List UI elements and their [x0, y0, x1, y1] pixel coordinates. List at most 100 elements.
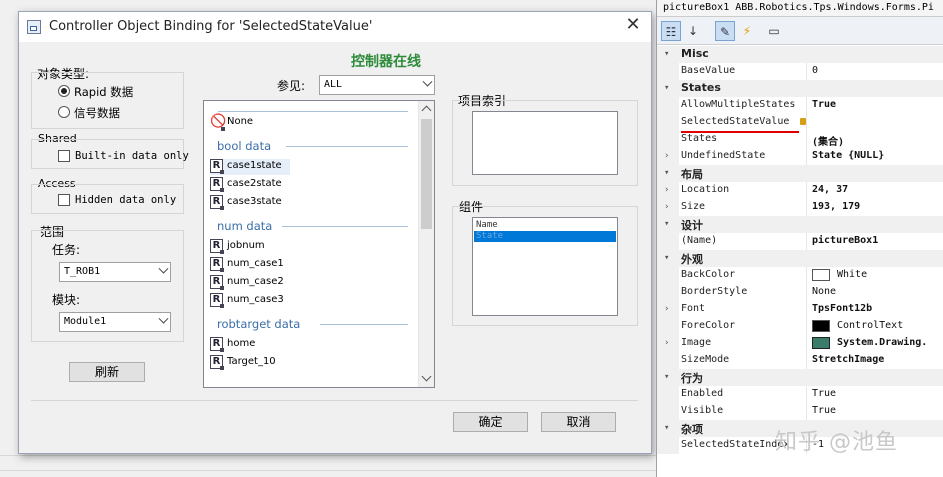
prop-row[interactable]: › Size 193, 179 — [657, 199, 943, 216]
signal-data-radio[interactable] — [58, 106, 70, 118]
rapid-data-icon: R — [210, 159, 224, 174]
category-behavior[interactable]: ▾ 行为 — [657, 369, 943, 386]
window-icon — [27, 20, 41, 34]
builtin-data-checkbox[interactable] — [58, 150, 70, 162]
component-selected-label: State — [476, 231, 504, 241]
collapse-icon: ▾ — [664, 168, 670, 178]
prop-row[interactable]: › Image System.Drawing. — [657, 335, 943, 352]
white-swatch — [812, 269, 830, 281]
prop-row[interactable]: › Font TpsFont12b — [657, 301, 943, 318]
list-item-label: None — [227, 116, 254, 127]
collapse-icon: ▾ — [664, 423, 670, 433]
module-value: Module1 — [64, 316, 107, 327]
list-scrollbar[interactable] — [418, 101, 434, 387]
module-label: 模块: — [52, 293, 81, 307]
collapse-icon: ▾ — [664, 49, 670, 59]
prop-row[interactable]: Enabled True — [657, 386, 943, 403]
properties-icon[interactable]: ✎ — [715, 21, 735, 41]
category-layout[interactable]: ▾ 布局 — [657, 165, 943, 182]
hidden-data-checkbox[interactable] — [58, 194, 70, 206]
item-index-box[interactable] — [472, 111, 618, 175]
category-design[interactable]: ▾ 设计 — [657, 216, 943, 233]
no-entry-icon: 🚫 — [210, 114, 227, 131]
task-combo[interactable]: T_ROB1 — [59, 262, 171, 282]
signal-data-label: 信号数据 — [74, 106, 120, 120]
expand-icon[interactable]: › — [664, 338, 669, 348]
object-selector[interactable]: pictureBox1 ABB.Robotics.Tps.Windows.For… — [657, 0, 943, 17]
task-value: T_ROB1 — [64, 266, 101, 277]
category-misc[interactable]: ▾ Misc — [657, 46, 943, 63]
watermark: 知乎 @池鱼 — [775, 430, 898, 455]
ref-label: 参见: — [277, 79, 306, 93]
categorized-icon[interactable]: ☷ — [661, 21, 681, 41]
expand-icon[interactable]: › — [664, 185, 669, 195]
events-icon[interactable]: ⚡ — [737, 21, 757, 41]
prop-row[interactable]: ForeColor ControlText — [657, 318, 943, 335]
rapid-data-icon: R — [210, 355, 224, 370]
component-header: Name — [476, 220, 498, 230]
properties-toolbar: ☷ ↓ ✎ ⚡ ▭ — [657, 17, 943, 45]
binding-dialog: Controller Object Binding for 'SelectedS… — [18, 11, 652, 454]
property-pages-icon[interactable]: ▭ — [764, 21, 784, 41]
alphabetical-icon[interactable]: ↓ — [683, 21, 703, 41]
prop-row[interactable]: BackColor White — [657, 267, 943, 284]
chevron-down-icon[interactable] — [421, 371, 432, 382]
prop-row[interactable]: AllowMultipleStates True — [657, 97, 943, 114]
robtarget-data-header: robtarget data — [217, 317, 301, 331]
category-states[interactable]: ▾ States — [657, 80, 943, 97]
expand-icon[interactable]: › — [664, 304, 669, 314]
prop-row[interactable]: Visible True — [657, 403, 943, 420]
rapid-data-icon: R — [210, 337, 224, 352]
rapid-data-icon: R — [210, 293, 224, 308]
rapid-data-radio[interactable] — [58, 85, 70, 97]
prop-row[interactable]: › Location 24, 37 — [657, 182, 943, 199]
list-item[interactable]: Rcase1state — [210, 159, 290, 175]
close-button[interactable]: ✕ — [623, 16, 643, 36]
category-appearance[interactable]: ▾ 外观 — [657, 250, 943, 267]
prop-row[interactable]: (Name) pictureBox1 — [657, 233, 943, 250]
rapid-data-icon: R — [210, 239, 224, 254]
prop-row[interactable]: States (集合) — [657, 131, 943, 148]
component-list[interactable]: Name State — [472, 217, 618, 316]
dialog-titlebar: Controller Object Binding for 'SelectedS… — [19, 12, 651, 42]
num-data-header: num data — [217, 219, 273, 233]
image-thumbnail-icon — [812, 337, 830, 349]
rapid-data-icon: R — [210, 177, 224, 192]
divider — [31, 400, 638, 401]
component-selected-row[interactable]: State — [474, 231, 616, 242]
expand-icon[interactable]: › — [664, 202, 669, 212]
ok-button[interactable]: 确定 — [453, 412, 528, 432]
collapse-icon: ▾ — [664, 219, 670, 229]
scrollbar-thumb[interactable] — [421, 119, 432, 229]
data-list[interactable]: 🚫 None bool data Rcase1state Rcase2state… — [203, 100, 435, 388]
prop-row-selected-state-value[interactable]: SelectedStateValue — [657, 114, 943, 131]
black-swatch — [812, 320, 830, 332]
module-combo[interactable]: Module1 — [59, 312, 171, 332]
controller-online-label: 控制器在线 — [351, 54, 421, 70]
rapid-data-icon: R — [210, 275, 224, 290]
chevron-down-icon — [422, 76, 433, 87]
collapse-icon: ▾ — [664, 372, 670, 382]
bool-data-header: bool data — [217, 139, 272, 153]
ref-filter-combo[interactable]: ALL — [319, 75, 435, 95]
task-label: 任务: — [52, 243, 81, 257]
builtin-data-label: Built-in data only — [75, 150, 189, 162]
object-selector-label: pictureBox1 ABB.Robotics.Tps.Windows.For… — [663, 2, 934, 13]
chevron-down-icon — [158, 313, 169, 324]
rapid-data-icon: R — [210, 257, 224, 272]
refresh-button[interactable]: 刷新 — [69, 362, 145, 382]
prop-row[interactable]: BaseValue 0 — [657, 63, 943, 80]
hidden-data-label: Hidden data only — [75, 194, 177, 206]
chevron-down-icon — [158, 263, 169, 274]
prop-row[interactable]: › UndefinedState State {NULL} — [657, 148, 943, 165]
chevron-up-icon[interactable] — [421, 105, 432, 116]
collapse-icon: ▾ — [664, 83, 670, 93]
rapid-data-label: Rapid 数据 — [74, 85, 134, 99]
prop-row[interactable]: BorderStyle None — [657, 284, 943, 301]
collapse-icon: ▾ — [664, 253, 670, 263]
dialog-title: Controller Object Binding for 'SelectedS… — [49, 19, 373, 34]
cancel-button[interactable]: 取消 — [541, 412, 616, 432]
expand-icon[interactable]: › — [664, 151, 669, 161]
ref-filter-value: ALL — [324, 79, 343, 90]
prop-row[interactable]: SizeMode StretchImage — [657, 352, 943, 369]
